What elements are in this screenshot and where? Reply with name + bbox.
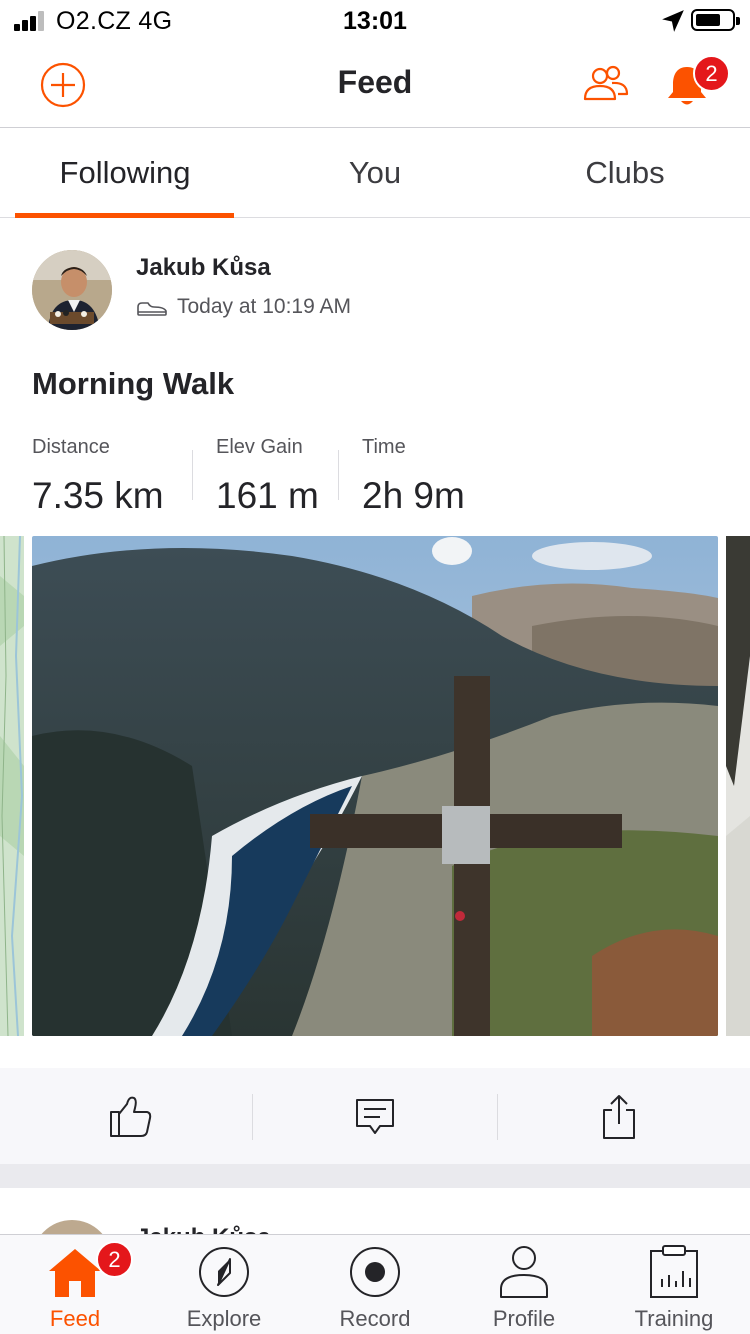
nav-label: Training: [634, 1306, 714, 1331]
status-bar: O2.CZ 4G 13:01: [0, 0, 750, 40]
tab-you[interactable]: You: [265, 129, 485, 217]
stat-value: 2h 9m: [362, 475, 465, 516]
nav-training[interactable]: Training: [599, 1235, 749, 1334]
action-divider: [252, 1094, 253, 1140]
activity-timestamp: Today at 10:19 AM: [177, 295, 351, 318]
share-icon[interactable]: [596, 1092, 642, 1140]
tab-following[interactable]: Following: [15, 129, 235, 217]
stat-label: Time: [362, 436, 406, 458]
shoe-icon: [137, 302, 167, 316]
nav-explore[interactable]: Explore: [149, 1235, 299, 1334]
next-photo-thumbnail[interactable]: [726, 536, 750, 1036]
feed-separator: [0, 1164, 750, 1188]
activity-actions: [0, 1068, 750, 1164]
notification-badge: 2: [96, 1241, 133, 1278]
like-thumb-icon[interactable]: [107, 1092, 153, 1140]
avatar[interactable]: [32, 1220, 112, 1234]
stat-divider: [338, 450, 339, 500]
location-arrow-icon: [662, 10, 684, 32]
activity-title[interactable]: Morning Walk: [32, 366, 234, 402]
action-divider: [497, 1094, 498, 1140]
home-icon: [49, 1249, 101, 1297]
activity-photo[interactable]: [32, 536, 718, 1036]
tab-clubs[interactable]: Clubs: [515, 129, 735, 217]
media-carousel[interactable]: [0, 536, 750, 1036]
comment-icon[interactable]: [352, 1092, 398, 1140]
nav-label: Feed: [49, 1306, 101, 1331]
feed-tabs: Following You Clubs: [0, 129, 750, 218]
nav-label: Profile: [492, 1306, 556, 1331]
status-time: 13:01: [343, 7, 407, 35]
stat-divider: [192, 450, 193, 500]
nav-record[interactable]: Record: [300, 1235, 450, 1334]
stat-value: 7.35 km: [32, 475, 164, 516]
athlete-name[interactable]: Jakub Kůsa: [136, 254, 271, 282]
nav-feed[interactable]: 2 Feed: [0, 1235, 150, 1334]
bottom-tab-bar: 2 Feed Explore Record Profile Training: [0, 1234, 750, 1334]
battery-icon: [691, 9, 740, 31]
nav-profile[interactable]: Profile: [449, 1235, 599, 1334]
calendar-chart-icon: [650, 1245, 698, 1298]
stat-time: Time 2h 9m: [362, 436, 465, 517]
top-header: Feed 2: [0, 40, 750, 128]
stat-elev-gain: Elev Gain 161 m: [216, 436, 319, 517]
notification-badge: 2: [693, 55, 730, 92]
avatar[interactable]: [32, 250, 112, 330]
athletes-icon[interactable]: [582, 64, 630, 104]
active-tab-indicator: [15, 213, 234, 218]
athlete-name[interactable]: Jakub Kůsa: [136, 1224, 271, 1234]
nav-label: Explore: [186, 1306, 262, 1331]
route-map-thumbnail[interactable]: [0, 536, 24, 1036]
activity-card[interactable]: Jakub Kůsa: [0, 1188, 750, 1234]
page-title: Feed: [337, 64, 413, 100]
stat-distance: Distance 7.35 km: [32, 436, 164, 517]
stat-value: 161 m: [216, 475, 319, 516]
stat-label: Elev Gain: [216, 436, 303, 458]
compass-icon: [199, 1247, 249, 1297]
record-icon: [350, 1247, 400, 1297]
person-icon: [500, 1246, 548, 1298]
stat-label: Distance: [32, 436, 110, 458]
nav-label: Record: [339, 1306, 411, 1331]
